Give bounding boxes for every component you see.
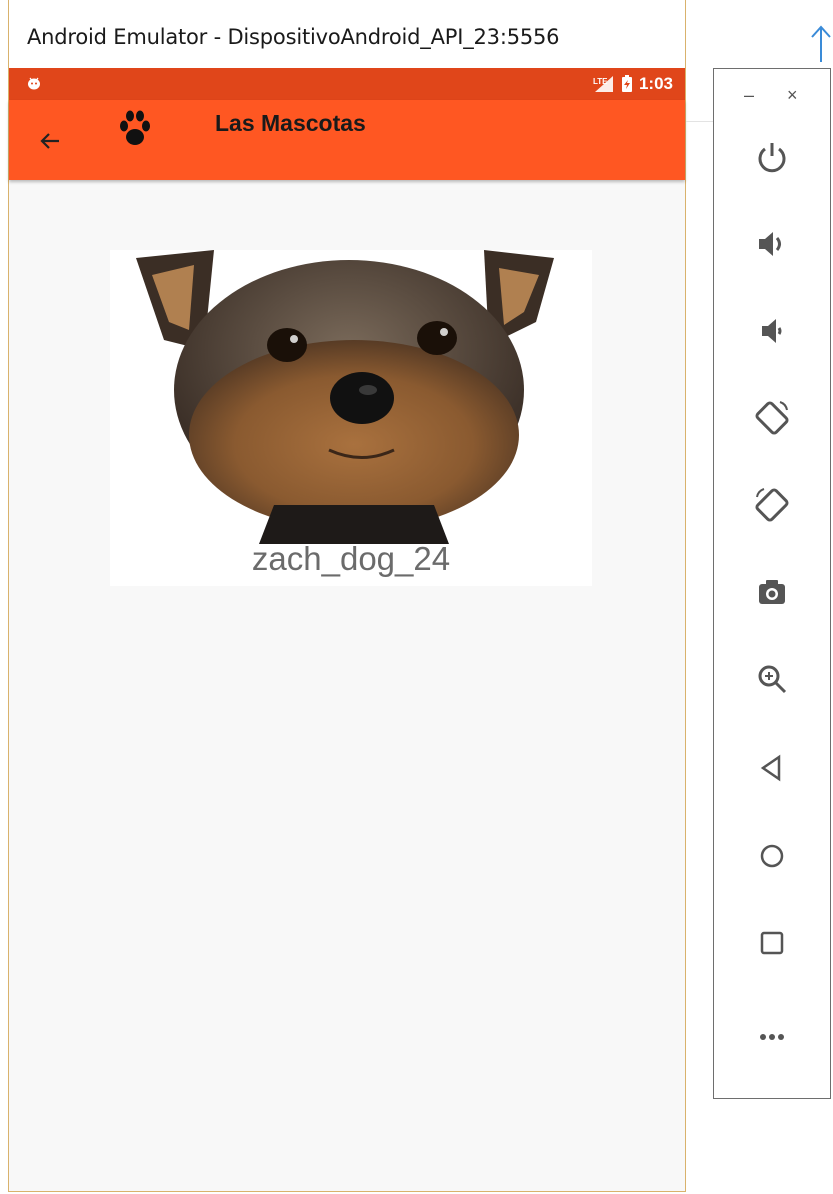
volume-up-icon	[759, 232, 781, 256]
emulator-window: Android Emulator - DispositivoAndroid_AP…	[8, 0, 686, 1192]
rotate-right-button[interactable]	[748, 481, 796, 529]
rotate-left-icon	[755, 401, 789, 435]
power-icon	[758, 143, 786, 173]
volume-down-icon	[762, 319, 782, 343]
overview-square-icon	[760, 931, 784, 955]
close-button[interactable]: ×	[787, 85, 798, 106]
rotate-left-button[interactable]	[748, 394, 796, 442]
background-divider	[686, 121, 714, 122]
screenshot-button[interactable]	[748, 568, 796, 616]
signal-icon: LTE	[593, 76, 613, 92]
volume-up-button[interactable]	[748, 220, 796, 268]
more-button[interactable]	[748, 1013, 796, 1061]
battery-icon	[621, 75, 632, 92]
window-title: Android Emulator - DispositivoAndroid_AP…	[27, 25, 560, 49]
emulator-side-panel: – ×	[713, 68, 831, 1099]
minimize-button[interactable]: –	[744, 85, 754, 106]
camera-icon	[759, 580, 785, 604]
android-screen: LTE 1:03 Las Mascotas zach_dog_24	[9, 68, 685, 1191]
back-triangle-icon	[760, 754, 781, 782]
svg-text:LTE: LTE	[593, 77, 608, 86]
app-toolbar: Las Mascotas	[9, 100, 685, 180]
toolbar-title: Las Mascotas	[215, 110, 366, 136]
status-indicators: LTE 1:03	[593, 72, 673, 96]
rotate-right-icon	[755, 488, 789, 522]
pet-card[interactable]: zach_dog_24	[110, 250, 592, 586]
pet-name: zach_dog_24	[251, 540, 451, 577]
volume-down-button[interactable]	[748, 307, 796, 355]
arrow-up-icon	[811, 25, 831, 62]
status-bar: LTE 1:03	[9, 68, 685, 100]
back-button[interactable]	[748, 744, 796, 792]
pet-photo	[124, 250, 564, 544]
arrow-back-icon[interactable]	[35, 126, 65, 156]
home-circle-icon	[760, 844, 784, 868]
more-icon	[760, 1034, 784, 1040]
overview-button[interactable]	[748, 919, 796, 967]
paw-icon	[120, 110, 150, 145]
power-button[interactable]	[748, 133, 796, 181]
zoom-button[interactable]	[748, 655, 796, 703]
android-notification-icon	[28, 77, 40, 90]
zoom-icon	[758, 665, 787, 694]
status-time: 1:03	[638, 74, 673, 93]
home-button[interactable]	[748, 832, 796, 880]
